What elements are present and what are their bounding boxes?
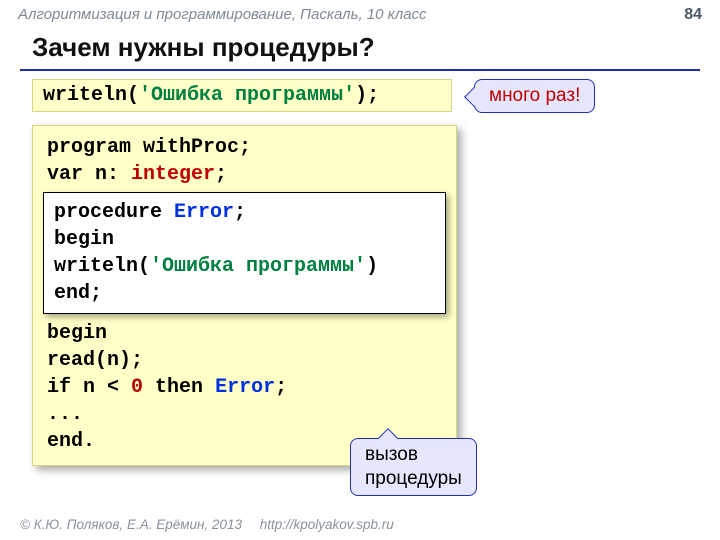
callout-tail-icon	[464, 87, 484, 107]
code-string: 'Ошибка программы'	[139, 84, 355, 107]
slide-footer: © К.Ю. Поляков, Е.А. Ерёмин, 2013 http:/…	[20, 517, 394, 532]
code-line: if n < 0 then Error;	[47, 374, 442, 401]
code-line: ...	[47, 401, 442, 428]
code-token: writeln	[43, 84, 127, 107]
page-number: 84	[684, 6, 702, 24]
code-line: writeln('Ошибка программы')	[54, 253, 435, 280]
code-token: (	[127, 84, 139, 107]
callout-line: процедуры	[365, 468, 462, 489]
callout-line: вызов	[365, 444, 418, 465]
code-line: begin	[54, 226, 435, 253]
callout-text: много раз!	[489, 85, 580, 106]
slide-content: writeln('Ошибка программы'); много раз! …	[0, 71, 720, 466]
code-line: procedure Error;	[54, 199, 435, 226]
slide-title: Зачем нужны процедуры?	[0, 26, 720, 69]
course-label: Алгоритмизация и программирование, Паска…	[18, 6, 427, 23]
inline-code-box: writeln('Ошибка программы');	[32, 79, 452, 112]
procedure-box: procedure Error; begin writeln('Ошибка п…	[43, 192, 446, 314]
code-token: );	[355, 84, 379, 107]
code-line: program withProc;	[47, 134, 442, 161]
slide-header: Алгоритмизация и программирование, Паска…	[0, 0, 720, 26]
code-line: end;	[54, 280, 435, 307]
top-row: writeln('Ошибка программы'); много раз!	[32, 79, 688, 113]
code-line: read(n);	[47, 347, 442, 374]
code-line: begin	[47, 320, 442, 347]
callout-many-times: много раз!	[474, 79, 595, 113]
copyright-text: © К.Ю. Поляков, Е.А. Ерёмин, 2013	[20, 517, 242, 532]
program-code-block: program withProc; var n: integer; proced…	[32, 125, 457, 466]
callout-procedure-call: вызов процедуры	[350, 438, 477, 496]
footer-link: http://kpolyakov.spb.ru	[260, 517, 394, 532]
code-line: var n: integer;	[47, 161, 442, 188]
